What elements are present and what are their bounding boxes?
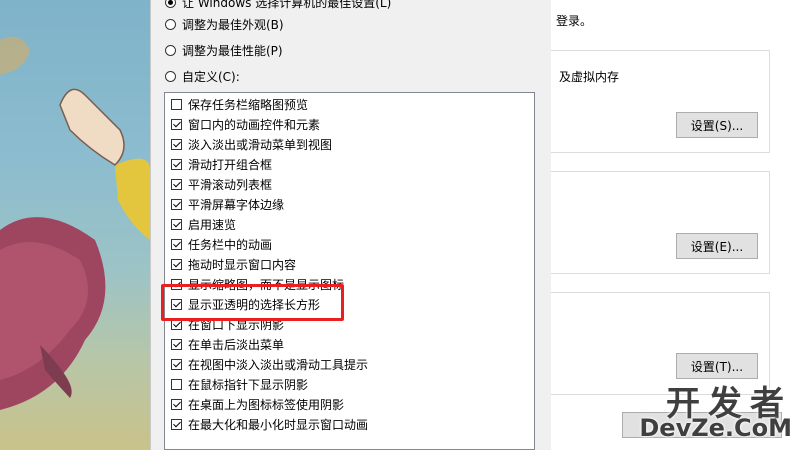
radio-button[interactable] (165, 0, 176, 8)
checkbox[interactable] (171, 398, 182, 410)
checkbox[interactable] (171, 178, 182, 190)
settings-s-button[interactable]: 设置(S)... (676, 112, 758, 138)
list-item[interactable]: 拖动时显示窗口内容 (171, 254, 296, 274)
checkbox[interactable] (171, 98, 182, 110)
radio-button[interactable] (165, 18, 176, 30)
item-label: 在桌面上为图标标签使用阴影 (188, 397, 345, 412)
checkbox[interactable] (171, 198, 182, 210)
list-item[interactable]: 平滑滚动列表框 (171, 174, 272, 194)
item-label: 淡入淡出或滑动菜单到视图 (188, 137, 333, 152)
checkbox[interactable] (171, 138, 182, 150)
list-item[interactable]: 滑动打开组合框 (171, 154, 272, 174)
list-item[interactable]: 任务栏中的动画 (171, 234, 272, 254)
radio-button[interactable] (165, 70, 176, 82)
item-label: 在鼠标指针下显示阴影 (188, 377, 309, 392)
list-item[interactable]: 在桌面上为图标标签使用阴影 (171, 394, 344, 414)
radio-best-appearance[interactable]: 调整为最佳外观(B) (165, 14, 284, 34)
wallpaper-illustration (0, 36, 150, 410)
visual-effects-list[interactable]: 保存任务栏缩略图预览 窗口内的动画控件和元素 淡入淡出或滑动菜单到视图 滑动打开… (164, 92, 535, 450)
item-label: 平滑滚动列表框 (188, 177, 273, 192)
radio-button[interactable] (165, 44, 176, 56)
radio-let-windows-choose[interactable]: 让 Windows 选择计算机的最佳设置(L) (165, 0, 391, 12)
radio-best-performance[interactable]: 调整为最佳性能(P) (165, 40, 283, 60)
list-item[interactable]: 窗口内的动画控件和元素 (171, 114, 320, 134)
checkbox[interactable] (171, 418, 182, 430)
performance-options-dialog: 让 Windows 选择计算机的最佳设置(L) 调整为最佳外观(B) 调整为最佳… (150, 0, 552, 450)
item-label: 在视图中淡入淡出或滑动工具提示 (188, 357, 369, 372)
checkbox[interactable] (171, 258, 182, 270)
checkbox[interactable] (171, 358, 182, 370)
list-item[interactable]: 平滑屏幕字体边缘 (171, 194, 284, 214)
item-label: 拖动时显示窗口内容 (188, 257, 297, 272)
checkbox[interactable] (171, 158, 182, 170)
item-label: 滑动打开组合框 (188, 157, 273, 172)
item-label: 任务栏中的动画 (188, 237, 273, 252)
list-item[interactable]: 在鼠标指针下显示阴影 (171, 374, 308, 394)
item-label: 在最大化和最小化时显示窗口动画 (188, 417, 369, 432)
performance-groupbox: 及虚拟内存 设置(S)... (551, 50, 770, 153)
checkbox[interactable] (171, 238, 182, 250)
radio-label: 调整为最佳性能(P) (182, 43, 283, 58)
settings-e-button[interactable]: 设置(E)... (676, 233, 758, 259)
list-item[interactable]: 在视图中淡入淡出或滑动工具提示 (171, 354, 368, 374)
checkbox[interactable] (171, 378, 182, 390)
user-profiles-groupbox: 设置(E)... (551, 171, 770, 274)
item-label: 保存任务栏缩略图预览 (188, 97, 309, 112)
login-text: 登录。 (556, 14, 593, 28)
list-item[interactable]: 在最大化和最小化时显示窗口动画 (171, 414, 368, 434)
radio-label: 调整为最佳外观(B) (182, 17, 284, 32)
item-label: 在单击后淡出菜单 (188, 337, 285, 352)
desktop-wallpaper (0, 0, 150, 450)
virtual-memory-text: 及虚拟内存 (559, 70, 620, 84)
checkbox[interactable] (171, 218, 182, 230)
radio-label: 让 Windows 选择计算机的最佳设置(L) (182, 0, 392, 10)
radio-custom[interactable]: 自定义(C): (165, 66, 240, 86)
checkbox[interactable] (171, 338, 182, 350)
list-item[interactable]: 淡入淡出或滑动菜单到视图 (171, 134, 332, 154)
watermark-site: DevZe.CoM (639, 414, 792, 442)
list-item[interactable]: 保存任务栏缩略图预览 (171, 94, 308, 114)
checkbox[interactable] (171, 118, 182, 130)
list-item[interactable]: 在单击后淡出菜单 (171, 334, 284, 354)
radio-label: 自定义(C): (182, 69, 240, 84)
list-item[interactable]: 启用速览 (171, 214, 236, 234)
item-label: 启用速览 (188, 217, 237, 232)
highlight-box (161, 284, 344, 321)
item-label: 窗口内的动画控件和元素 (188, 117, 321, 132)
item-label: 平滑屏幕字体边缘 (188, 197, 285, 212)
